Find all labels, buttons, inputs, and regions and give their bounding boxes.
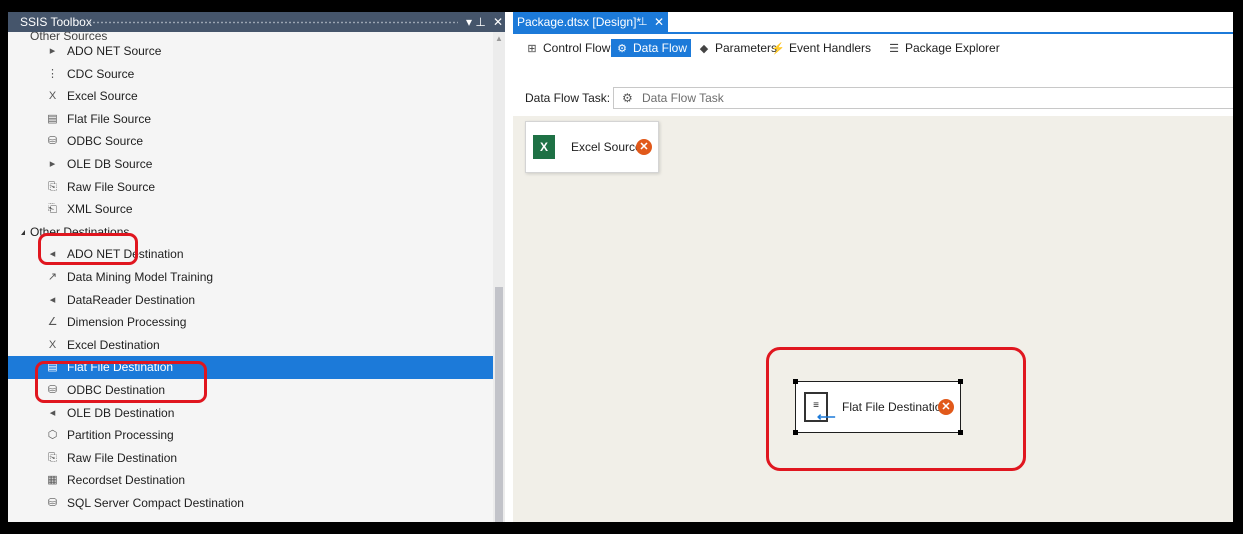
toolbox-item[interactable]: ⋮ CDC Source bbox=[8, 63, 493, 86]
toolbox-item[interactable]: ◂ DataReader Destination bbox=[8, 289, 493, 312]
toolbox-item[interactable]: ⬡ Partition Processing bbox=[8, 424, 493, 447]
ssis-toolbox: SSIS Toolbox ▾ ⊥ ✕ Other Sources ▸ ADO NE… bbox=[8, 12, 505, 522]
toolbox-item-label: DataReader Destination bbox=[67, 292, 196, 307]
excel-source-component[interactable]: X Excel Source ✕ bbox=[525, 121, 659, 173]
tab-close-icon[interactable]: ✕ bbox=[654, 12, 664, 32]
ole-db-destination-icon: ◂ bbox=[49, 406, 56, 419]
category-other-sources-cutoff: Other Sources bbox=[30, 32, 108, 40]
highlight-canvas-component bbox=[766, 347, 1026, 471]
toolbox-item-label: Dimension Processing bbox=[67, 315, 187, 330]
excel-destination-icon: X bbox=[48, 338, 57, 351]
toolbox-item[interactable]: ⎘ Raw File Source bbox=[8, 176, 493, 199]
control-flow-icon: ⊞ bbox=[527, 43, 537, 55]
toolbox-item-label: Excel Source bbox=[67, 89, 138, 104]
xml-source-icon: ⎗ bbox=[48, 203, 57, 216]
toolbox-item[interactable]: ◂ OLE DB Destination bbox=[8, 402, 493, 425]
odbc-source-icon: ⛁ bbox=[47, 135, 58, 148]
data-flow-task-bar: Data Flow Task: ⚙ Data Flow Task bbox=[513, 86, 1233, 110]
expand-triangle-icon[interactable] bbox=[21, 229, 25, 235]
error-icon: ✕ bbox=[636, 139, 652, 155]
toolbox-item-label: Raw File Source bbox=[67, 179, 156, 194]
dimension-processing-icon: ∠ bbox=[47, 316, 58, 329]
toolbox-item-label: XML Source bbox=[67, 202, 133, 217]
toolbox-item-label: OLE DB Destination bbox=[67, 405, 175, 420]
toolbox-item-label: Recordset Destination bbox=[67, 473, 186, 488]
tab-label: Data Flow bbox=[633, 41, 688, 55]
data-flow-task-label: Data Flow Task: bbox=[525, 91, 611, 105]
tab-pin-icon[interactable]: ⊥ bbox=[638, 12, 648, 32]
toolbox-item[interactable]: ▸ ADO NET Source bbox=[8, 40, 493, 63]
scrollbar-thumb[interactable] bbox=[495, 287, 503, 522]
tab-label: Event Handlers bbox=[789, 41, 872, 55]
ado-net-source-icon: ▸ bbox=[49, 45, 56, 57]
recordset-destination-icon: ▦ bbox=[47, 474, 58, 487]
partition-processing-icon: ⬡ bbox=[47, 429, 58, 442]
excel-source-icon: X bbox=[48, 90, 57, 103]
toolbox-scrollbar[interactable]: ▲ bbox=[493, 32, 505, 522]
document-tab-strip: Package.dtsx [Design]* ⊥ ✕ bbox=[513, 12, 1233, 34]
data-flow-task-icon: ⚙ bbox=[622, 91, 633, 105]
tab-event-handlers[interactable]: ⚡ Event Handlers bbox=[771, 39, 871, 57]
toolbox-item-label: CDC Source bbox=[67, 66, 135, 81]
data-mining-icon: ↗ bbox=[47, 270, 58, 283]
tab-data-flow[interactable]: ⚙ Data Flow bbox=[611, 39, 692, 57]
component-name: Excel Source bbox=[571, 140, 642, 154]
data-flow-task-select[interactable]: ⚙ Data Flow Task bbox=[613, 87, 1233, 109]
tab-label: Parameters bbox=[715, 41, 778, 55]
data-flow-icon: ⚙ bbox=[617, 43, 627, 55]
tab-label: Control Flow bbox=[543, 41, 611, 55]
raw-file-source-icon: ⎘ bbox=[48, 180, 57, 193]
datareader-destination-icon: ◂ bbox=[49, 293, 56, 306]
toolbox-title-bar: SSIS Toolbox ▾ ⊥ ✕ bbox=[8, 12, 505, 32]
toolbox-item[interactable]: X Excel Source bbox=[8, 85, 493, 108]
excel-source-icon: X bbox=[533, 135, 555, 159]
document-tab-title: Package.dtsx [Design]* bbox=[517, 15, 642, 29]
toolbox-item-label: OLE DB Source bbox=[67, 156, 153, 171]
toolbox-item[interactable]: ▤ Flat File Source bbox=[8, 108, 493, 131]
toolbox-item-label: Partition Processing bbox=[67, 428, 174, 443]
parameters-icon: ◆ bbox=[699, 43, 709, 55]
toolbox-close-icon[interactable]: ✕ bbox=[493, 12, 503, 32]
ide-frame: SSIS Toolbox ▾ ⊥ ✕ Other Sources ▸ ADO NE… bbox=[8, 12, 1233, 522]
tab-label: Package Explorer bbox=[905, 41, 1000, 55]
data-flow-task-value: Data Flow Task bbox=[642, 91, 724, 105]
toolbox-item[interactable]: ⎗ XML Source bbox=[8, 198, 493, 221]
toolbox-item-label: Flat File Source bbox=[67, 111, 152, 126]
toolbox-item[interactable]: ↗ Data Mining Model Training bbox=[8, 266, 493, 289]
toolbox-item-label: Data Mining Model Training bbox=[67, 269, 214, 284]
event-handlers-icon: ⚡ bbox=[771, 43, 785, 55]
tab-control-flow[interactable]: ⊞ Control Flow bbox=[525, 39, 610, 57]
toolbox-item-label: Excel Destination bbox=[67, 337, 160, 352]
package-explorer-icon: ☰ bbox=[889, 43, 899, 55]
toolbox-item[interactable]: ⛁ SQL Server Compact Destination bbox=[8, 492, 493, 515]
toolbox-item-label: Raw File Destination bbox=[67, 450, 178, 465]
tab-parameters[interactable]: ◆ Parameters bbox=[697, 39, 777, 57]
ole-db-source-icon: ▸ bbox=[49, 157, 56, 170]
toolbox-item[interactable]: ▸ OLE DB Source bbox=[8, 153, 493, 176]
raw-file-destination-icon: ⎘ bbox=[48, 451, 57, 464]
highlight-flat-file-destination bbox=[35, 361, 207, 403]
document-tab[interactable]: Package.dtsx [Design]* ⊥ ✕ bbox=[513, 12, 668, 32]
scroll-up-icon[interactable]: ▲ bbox=[495, 34, 503, 43]
toolbox-item[interactable]: ▦ Recordset Destination bbox=[8, 469, 493, 492]
highlight-other-destinations bbox=[38, 233, 138, 265]
toolbox-item[interactable]: X Excel Destination bbox=[8, 334, 493, 357]
toolbox-item[interactable]: ⛁ ODBC Source bbox=[8, 130, 493, 153]
toolbox-item-label: ADO NET Source bbox=[67, 44, 162, 58]
tab-package-explorer[interactable]: ☰ Package Explorer bbox=[887, 39, 1000, 57]
flat-file-source-icon: ▤ bbox=[47, 112, 58, 125]
toolbox-item-label: ODBC Source bbox=[67, 134, 144, 149]
toolbox-title: SSIS Toolbox bbox=[20, 15, 92, 29]
toolbox-item[interactable]: ∠ Dimension Processing bbox=[8, 311, 493, 334]
cdc-source-icon: ⋮ bbox=[47, 67, 58, 80]
designer-tab-bar: ⊞ Control Flow ⚙ Data Flow ◆ Parameters ⚡ Event… bbox=[513, 34, 1233, 62]
toolbox-pin-icon[interactable]: ▾ ⊥ bbox=[466, 12, 486, 32]
toolbox-item-list: ▸ ADO NET Source ⋮ CDC Source X Excel Source ▤… bbox=[8, 40, 493, 514]
toolbox-item[interactable]: ⎘ Raw File Destination bbox=[8, 447, 493, 470]
title-grip bbox=[88, 21, 458, 24]
sql-compact-destination-icon: ⛁ bbox=[47, 496, 58, 509]
toolbox-item-label: SQL Server Compact Destination bbox=[67, 495, 244, 510]
